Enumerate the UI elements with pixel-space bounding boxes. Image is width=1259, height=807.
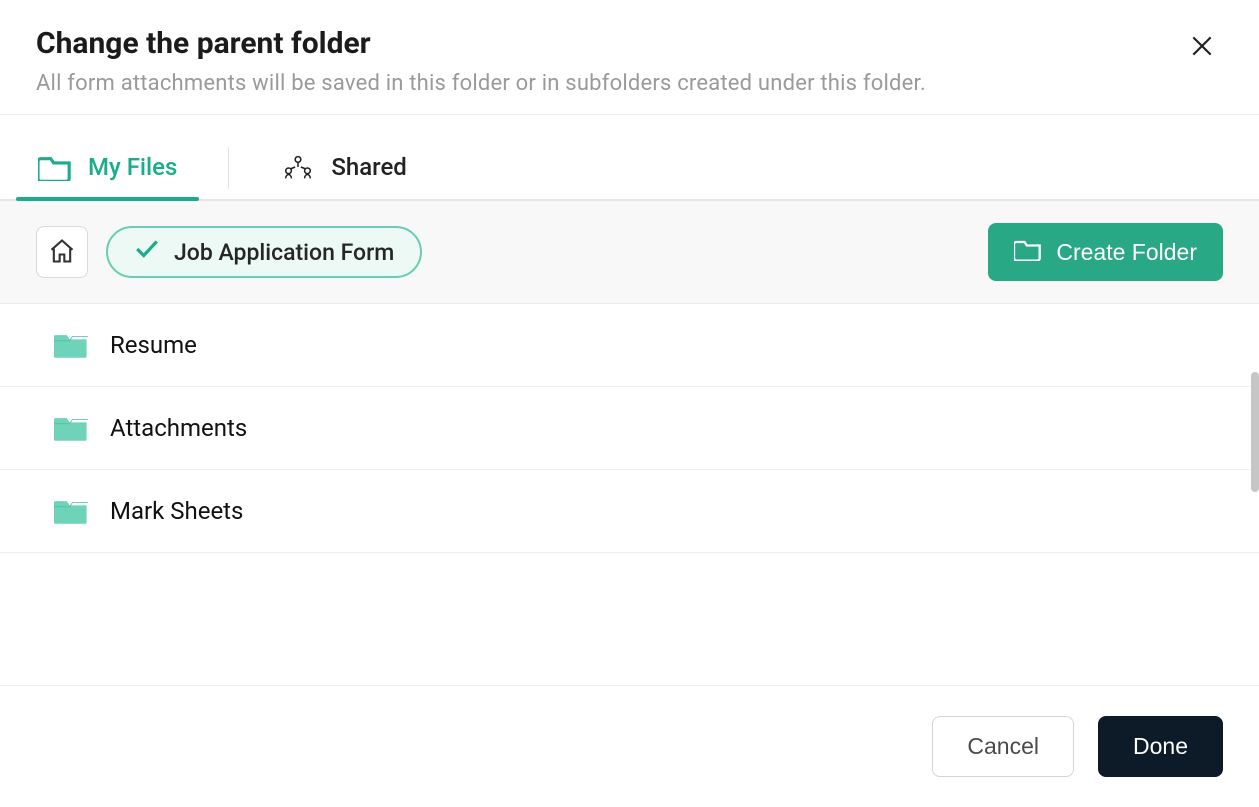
folder-icon	[54, 330, 88, 360]
shared-people-icon	[281, 153, 315, 181]
folder-row[interactable]: Attachments	[0, 387, 1259, 470]
folder-row[interactable]: Resume	[0, 304, 1259, 387]
tab-shared[interactable]: Shared	[259, 145, 428, 199]
folder-outline-icon	[1014, 237, 1042, 267]
change-parent-folder-dialog: Change the parent folder All form attach…	[0, 0, 1259, 807]
dialog-title: Change the parent folder	[36, 26, 1223, 61]
source-tabs: My Files Shared	[0, 115, 1259, 201]
current-folder-label: Job Application Form	[174, 239, 394, 266]
tab-divider	[228, 147, 229, 189]
cancel-button[interactable]: Cancel	[932, 716, 1074, 777]
dialog-header: Change the parent folder All form attach…	[0, 0, 1259, 115]
home-button[interactable]	[36, 226, 88, 278]
dialog-footer: Cancel Done	[0, 685, 1259, 807]
scrollbar-thumb[interactable]	[1251, 372, 1259, 492]
close-button[interactable]	[1185, 30, 1219, 64]
done-button[interactable]: Done	[1098, 716, 1223, 777]
home-icon	[48, 237, 76, 268]
folder-icon	[54, 496, 88, 526]
folder-name: Mark Sheets	[110, 497, 243, 525]
check-icon	[134, 238, 160, 266]
folder-row[interactable]: Mark Sheets	[0, 470, 1259, 553]
folder-name: Resume	[110, 331, 197, 359]
tab-label: Shared	[331, 153, 406, 181]
folder-outline-icon	[38, 153, 72, 181]
create-folder-label: Create Folder	[1056, 239, 1197, 266]
tab-label: My Files	[88, 153, 177, 181]
create-folder-button[interactable]: Create Folder	[988, 223, 1223, 281]
folder-toolbar: Job Application Form Create Folder	[0, 201, 1259, 304]
tab-my-files[interactable]: My Files	[16, 145, 199, 199]
current-folder-chip[interactable]: Job Application Form	[106, 226, 422, 278]
folder-icon	[54, 413, 88, 443]
folder-name: Attachments	[110, 414, 247, 442]
folder-list: Resume Attachments Mark Sheets	[0, 304, 1259, 685]
close-icon	[1189, 33, 1215, 62]
dialog-subtitle: All form attachments will be saved in th…	[36, 71, 1223, 96]
